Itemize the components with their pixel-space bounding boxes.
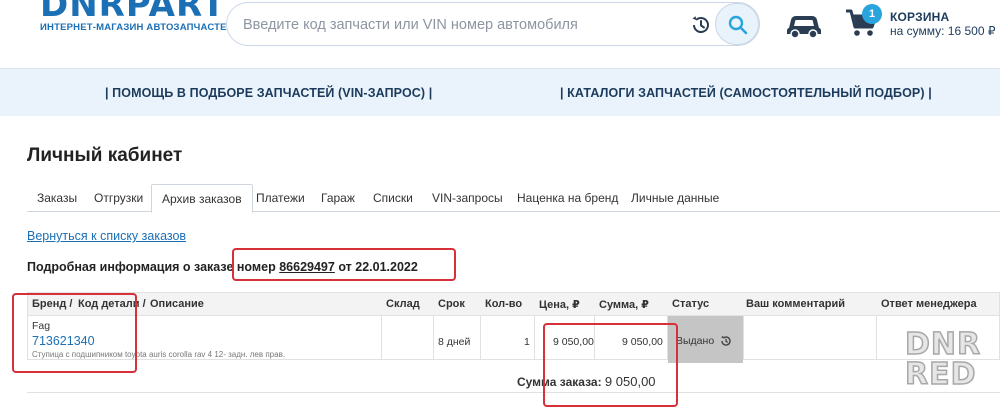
table-header: Бренд / Код детали / Описание Склад Срок… xyxy=(27,292,1000,316)
tab-vin-requests[interactable]: VIN-запросы xyxy=(422,184,513,212)
highlight-price-total xyxy=(543,323,678,407)
col-divider xyxy=(433,316,434,360)
col-divider xyxy=(381,316,382,360)
tab-shipments[interactable]: Отгрузки xyxy=(84,184,153,212)
th-price: Цена, ₽ xyxy=(539,299,580,311)
table-row: Fag 713621340 Ступица с подшипником toyo… xyxy=(27,316,1000,363)
row-term: 8 дней xyxy=(438,336,471,348)
tab-brand-markup[interactable]: Наценка на бренд xyxy=(507,184,628,212)
col-divider xyxy=(743,316,744,360)
col-divider xyxy=(480,316,481,360)
nav-catalogs[interactable]: | КАТАЛОГИ ЗАПЧАСТЕЙ (САМОСТОЯТЕЛЬНЫЙ ПО… xyxy=(560,86,932,100)
tab-payments[interactable]: Платежи xyxy=(246,184,315,212)
search-input[interactable] xyxy=(243,14,663,36)
table-bottom-line xyxy=(27,392,1000,393)
th-term: Срок xyxy=(438,298,465,310)
garage-car-icon[interactable] xyxy=(785,10,823,38)
account-tabs: Заказы Отгрузки Архив заказов Платежи Га… xyxy=(27,184,1000,213)
th-status: Статус xyxy=(672,298,710,310)
tab-lists[interactable]: Списки xyxy=(363,184,423,212)
back-to-orders-link[interactable]: Вернуться к списку заказов xyxy=(27,229,186,243)
page-title: Личный кабинет xyxy=(27,145,183,166)
status-text: Выдано xyxy=(676,335,715,347)
th-sum: Сумма, ₽ xyxy=(599,299,649,311)
col-divider xyxy=(534,316,535,360)
th-manager-reply: Ответ менеджера xyxy=(881,298,977,310)
watermark-line-2: RED xyxy=(904,357,977,392)
header: DNRPART ИНТЕРНЕТ-МАГАЗИН АВТОЗАПЧАСТЕЙ 1… xyxy=(0,0,1000,68)
row-status: Выдано xyxy=(668,316,743,363)
nav-vin-help[interactable]: | ПОМОЩЬ В ПОДБОРЕ ЗАПЧАСТЕЙ (VIN-ЗАПРОС… xyxy=(105,86,432,100)
highlight-order-number xyxy=(232,248,456,281)
row-qty: 1 xyxy=(524,336,530,348)
tab-orders[interactable]: Заказы xyxy=(27,184,87,212)
watermark-line-1: DNR xyxy=(904,327,982,362)
watermark: DNR RED xyxy=(904,327,1000,415)
cart-title[interactable]: КОРЗИНА xyxy=(890,10,949,24)
th-comment: Ваш комментарий xyxy=(746,298,846,310)
logo[interactable]: DNRPART ИНТЕРНЕТ-МАГАЗИН АВТОЗАПЧАСТЕЙ xyxy=(40,0,234,33)
th-qty: Кол-во xyxy=(485,298,523,310)
cart-count-badge: 1 xyxy=(862,4,882,24)
tab-garage[interactable]: Гараж xyxy=(311,184,365,212)
cart-sum: на сумму: 16 500 ₽ xyxy=(890,24,996,38)
main-nav: | ПОМОЩЬ В ПОДБОРЕ ЗАПЧАСТЕЙ (VIN-ЗАПРОС… xyxy=(0,68,1000,116)
highlight-part-code xyxy=(12,293,137,373)
logo-subtitle: ИНТЕРНЕТ-МАГАЗИН АВТОЗАПЧАСТЕЙ xyxy=(40,22,234,33)
logo-text: DNRPART xyxy=(40,0,226,25)
th-warehouse: Склад xyxy=(386,298,420,310)
search-button[interactable] xyxy=(715,3,759,45)
search-bar xyxy=(226,2,760,46)
tab-personal-data[interactable]: Личные данные xyxy=(621,184,729,212)
search-icon xyxy=(728,15,748,35)
tab-order-archive[interactable]: Архив заказов xyxy=(151,184,253,213)
history-icon[interactable] xyxy=(690,14,712,36)
th-description: Описание xyxy=(150,298,204,310)
status-history-icon[interactable] xyxy=(720,335,732,347)
col-divider xyxy=(876,316,877,360)
